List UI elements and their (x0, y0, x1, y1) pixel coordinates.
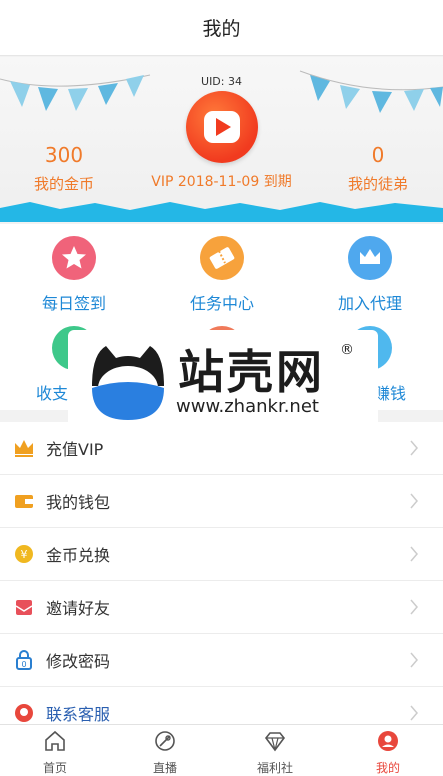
wallet-icon (13, 490, 35, 512)
wave-decoration (0, 202, 443, 222)
page-title: 我的 (202, 18, 241, 40)
grid-item-label: 任务中心 (189, 294, 254, 313)
chevron-right-icon (410, 705, 418, 721)
profile-banner: UID: 34 300 我的金币 VIP 2018-11-09 到期 0 我的徒… (0, 57, 443, 222)
cat-logo-icon (92, 346, 164, 420)
disciples-stat[interactable]: 0 我的徒弟 (318, 143, 438, 194)
live-icon (155, 731, 175, 751)
header-bar: 我的 (0, 0, 443, 56)
tab-label: 福利社 (256, 761, 293, 775)
tab-label: 首页 (42, 761, 67, 775)
tab-mine[interactable]: 我的 (333, 725, 443, 776)
chevron-right-icon (410, 440, 418, 456)
disciples-label: 我的徒弟 (347, 175, 408, 193)
watermark-url: www.zhankr.net (176, 396, 319, 417)
grid-item-join-agent[interactable]: 加入代理 (296, 236, 443, 314)
play-icon (204, 111, 240, 143)
chevron-right-icon (410, 599, 418, 615)
disciples-value: 0 (371, 143, 385, 167)
user-icon (378, 731, 398, 751)
tab-label: 我的 (375, 761, 400, 775)
menu-item-invite-friends[interactable]: 邀请好友 (0, 581, 443, 634)
watermark-overlay: 站壳网 ® www.zhankr.net (68, 330, 378, 428)
tab-home[interactable]: 首页 (0, 725, 110, 776)
invite-icon (13, 596, 35, 618)
crown-icon (13, 437, 35, 459)
svg-text:¥: ¥ (21, 548, 28, 561)
menu-item-label: 邀请好友 (46, 599, 111, 618)
chevron-right-icon (410, 546, 418, 562)
menu-item-change-password[interactable]: 0 修改密码 (0, 634, 443, 687)
grid-item-label: 每日签到 (41, 294, 106, 313)
menu-item-label: 充值VIP (46, 440, 104, 459)
menu-item-label: 我的钱包 (46, 493, 111, 512)
lock-icon: 0 (13, 649, 35, 671)
bottom-tab-bar: 首页 直播 福利社 我的 (0, 724, 443, 776)
coins-value: 300 (44, 143, 84, 167)
svg-text:0: 0 (21, 660, 26, 669)
grid-item-task-center[interactable]: 任务中心 (148, 236, 296, 314)
ticket-icon (200, 236, 244, 280)
menu-item-recharge-vip[interactable]: 充值VIP (0, 422, 443, 475)
watermark-brand: 站壳网 (178, 345, 325, 399)
grid-item-label: 加入代理 (337, 294, 402, 313)
home-icon (45, 730, 65, 751)
tab-live[interactable]: 直播 (110, 725, 220, 776)
tab-welfare[interactable]: 福利社 (220, 725, 330, 776)
diamond-icon (264, 732, 286, 752)
crown-icon (348, 236, 392, 280)
avatar[interactable] (186, 91, 258, 163)
menu-item-coin-exchange[interactable]: ¥ 金币兑换 (0, 528, 443, 581)
watermark-registered: ® (340, 342, 354, 358)
menu-item-label: 修改密码 (46, 652, 111, 671)
menu-list: 充值VIP 我的钱包 ¥ 金币兑换 邀请好友 0 修改密码 联系客服 (0, 422, 443, 740)
chevron-right-icon (410, 652, 418, 668)
app-screen: 我的 UID: 34 300 我的金币 VIP 2018-11-09 到期 0 … (0, 0, 443, 776)
tab-label: 直播 (152, 761, 177, 775)
star-icon (52, 236, 96, 280)
chevron-right-icon (410, 493, 418, 509)
menu-item-label: 金币兑换 (46, 546, 111, 565)
menu-item-label: 联系客服 (46, 705, 111, 724)
uid-label: UID: 34 (201, 75, 242, 88)
menu-item-wallet[interactable]: 我的钱包 (0, 475, 443, 528)
coin-icon: ¥ (13, 543, 35, 565)
grid-item-daily-signin[interactable]: 每日签到 (0, 236, 148, 314)
service-icon (13, 702, 35, 724)
